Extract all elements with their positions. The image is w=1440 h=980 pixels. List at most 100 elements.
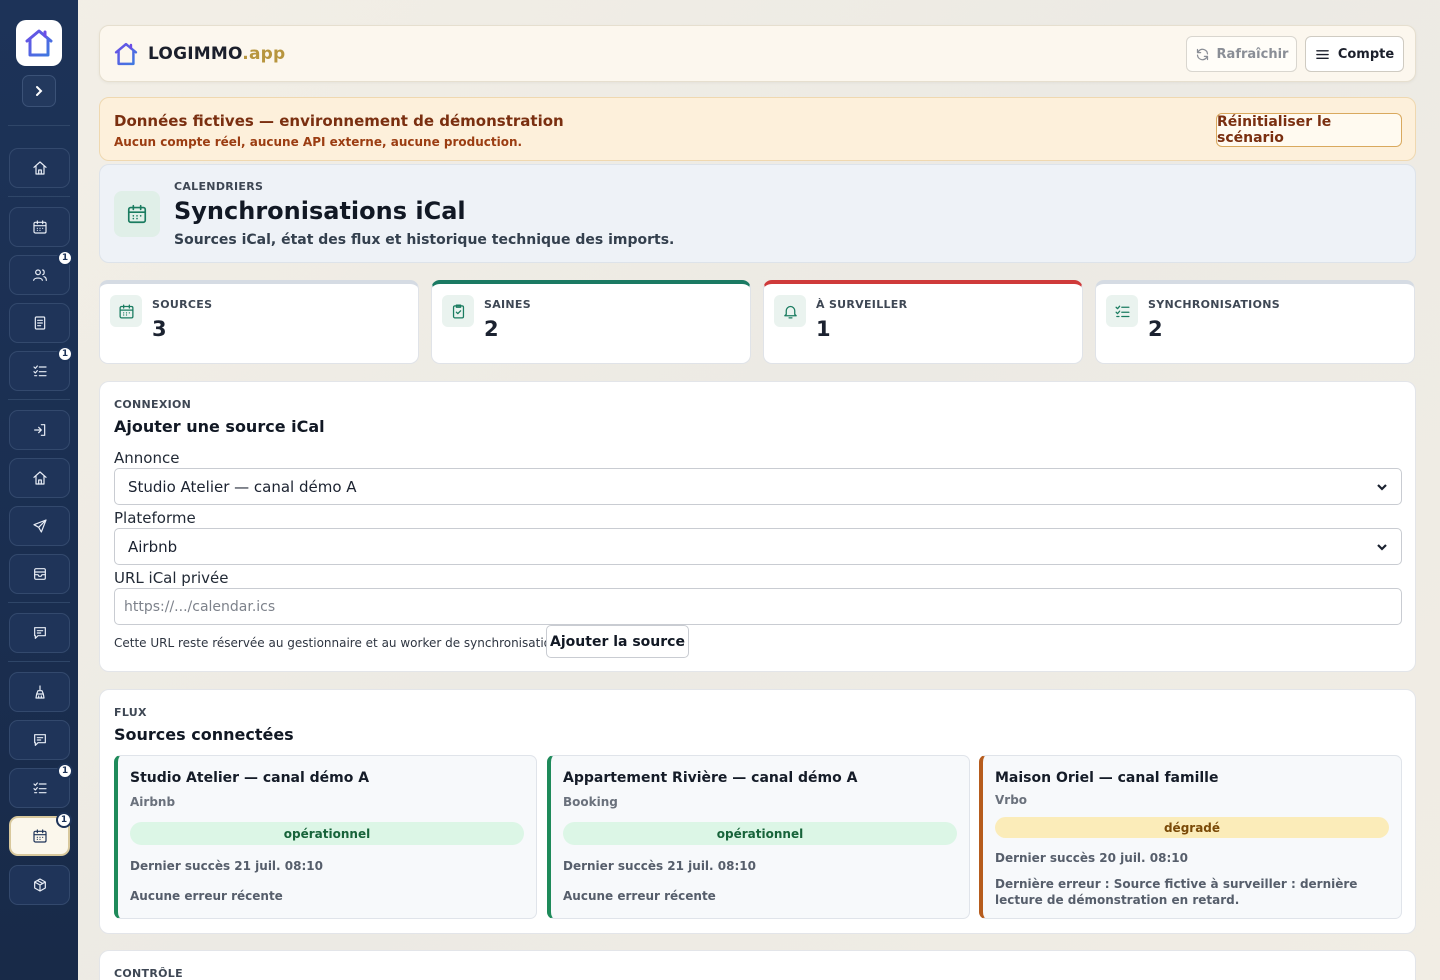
bell-icon [783,305,797,319]
platform-selected-value: Airbnb [128,537,178,556]
inbox-icon [33,568,46,580]
refresh-button[interactable]: Rafraîchir [1186,36,1297,72]
package-icon [33,878,46,892]
stat-value: 1 [816,317,831,341]
calendar-icon [118,303,134,319]
document-icon [34,316,45,330]
section-eyebrow: FLUX [114,706,147,719]
sidebar-item-inbox[interactable] [9,554,70,594]
stat-icon [1106,295,1138,327]
brand[interactable]: LOGIMMO.app [112,40,285,68]
last-error: Aucune erreur récente [563,889,716,903]
message-icon [33,734,46,746]
demo-title: Données fictives — environnement de démo… [114,112,564,130]
sidebar-divider [8,399,70,400]
sidebar-item-ical-sync[interactable]: 1 [9,812,72,856]
sidebar-item-checkin[interactable] [9,410,70,450]
page-icon [114,191,160,237]
last-success: Dernier succès 20 juil. 08:10 [995,851,1188,865]
source-card[interactable]: Maison Oriel — canal famille Vrbo dégrad… [979,755,1402,919]
home-icon [32,471,47,485]
section-eyebrow: CONNEXION [114,398,192,411]
stat-icon [774,295,806,327]
sidebar-item-calendar[interactable] [9,207,70,247]
sidebar-item-home[interactable] [9,148,70,188]
sidebar-item-checklists[interactable]: 1 [9,763,73,808]
calendar-icon [32,220,47,234]
page-description: Sources iCal, état des flux et historiqu… [174,232,675,248]
section-title: Sources connectées [114,725,294,744]
sidebar-item-users[interactable]: 1 [9,250,73,295]
brand-name: LOGIMMO.app [148,44,286,64]
sidebar-item-messages[interactable] [9,613,70,653]
sidebar-item-tasks[interactable]: 1 [9,346,73,391]
page-eyebrow: CALENDRIERS [174,180,264,193]
sidebar-divider [8,125,70,126]
status-badge: dégradé [995,817,1389,838]
sidebar-item-documents[interactable] [9,303,70,343]
notification-badge: 1 [57,346,73,362]
calendar-icon [127,204,147,224]
status-badge: opérationnel [563,822,957,845]
last-success: Dernier succès 21 juil. 08:10 [130,859,323,873]
section-title: Ajouter une source iCal [114,417,325,436]
chevron-right-icon [36,86,43,96]
sidebar-item-send[interactable] [9,506,70,546]
source-card[interactable]: Appartement Rivière — canal démo A Booki… [547,755,970,919]
stat-icon [110,295,142,327]
connected-sources-card: FLUX Sources connectées Studio Atelier —… [99,689,1416,934]
home-icon [32,161,47,175]
stat-card-watch: À SURVEILLER 1 [763,280,1083,364]
checklist-icon [1114,305,1130,317]
last-error: Dernière erreur : Source fictive à surve… [995,877,1358,907]
account-label: Compte [1337,46,1395,62]
home-logo-icon [25,29,53,57]
sidebar-expand-button[interactable] [22,75,56,107]
users-icon [32,269,47,281]
add-source-card: CONNEXION Ajouter une source iCal Annonc… [99,381,1416,672]
sidebar: 1 1 1 1 [0,0,78,980]
stat-value: 3 [152,317,167,341]
send-icon [32,519,47,533]
ical-url-input[interactable] [114,588,1402,625]
app-logo[interactable] [16,20,62,66]
stat-label: À SURVEILLER [816,298,908,311]
add-source-button[interactable]: Ajouter la source [546,625,689,658]
demo-subtitle: Aucun compte réel, aucune API externe, a… [114,135,523,149]
sidebar-item-properties[interactable] [9,458,70,498]
login-icon [33,424,45,436]
sidebar-item-inventory[interactable] [9,865,70,905]
account-button[interactable]: Compte [1305,36,1404,72]
message-icon [33,627,46,639]
last-success: Dernier succès 21 juil. 08:10 [563,859,756,873]
listing-selected-value: Studio Atelier — canal démo A [128,477,357,496]
page-title: Synchronisations iCal [174,197,466,225]
stat-label: SOURCES [152,298,213,311]
source-card[interactable]: Studio Atelier — canal démo A Airbnb opé… [114,755,537,919]
calendar-icon [32,829,47,843]
ical-url-label: URL iCal privée [114,569,229,587]
notification-badge: 1 [57,250,73,266]
sidebar-divider [8,661,70,662]
home-logo-icon [114,42,138,66]
stat-label: SYNCHRONISATIONS [1148,298,1280,311]
platform-select[interactable]: Airbnb [114,528,1402,565]
source-platform: Airbnb [130,795,176,809]
cleaning-icon [34,685,45,699]
source-name: Appartement Rivière — canal démo A [563,770,858,786]
listing-select[interactable]: Studio Atelier — canal démo A [114,468,1402,505]
notification-badge: 1 [57,763,73,779]
sidebar-divider [8,602,70,603]
reset-scenario-button[interactable]: Réinitialiser le scénario [1216,113,1402,147]
source-platform: Vrbo [995,793,1028,807]
status-badge: opérationnel [130,822,524,845]
chevron-down-icon [1377,483,1387,491]
sidebar-item-cleaning[interactable] [9,672,70,712]
section-eyebrow: CONTRÔLE [114,967,183,980]
clipboard-check-icon [452,303,464,319]
refresh-icon [1196,48,1208,60]
menu-icon [1316,49,1329,59]
stat-card-syncs: SYNCHRONISATIONS 2 [1095,280,1415,364]
sidebar-item-reviews[interactable] [9,720,70,760]
refresh-label: Rafraîchir [1216,46,1289,62]
